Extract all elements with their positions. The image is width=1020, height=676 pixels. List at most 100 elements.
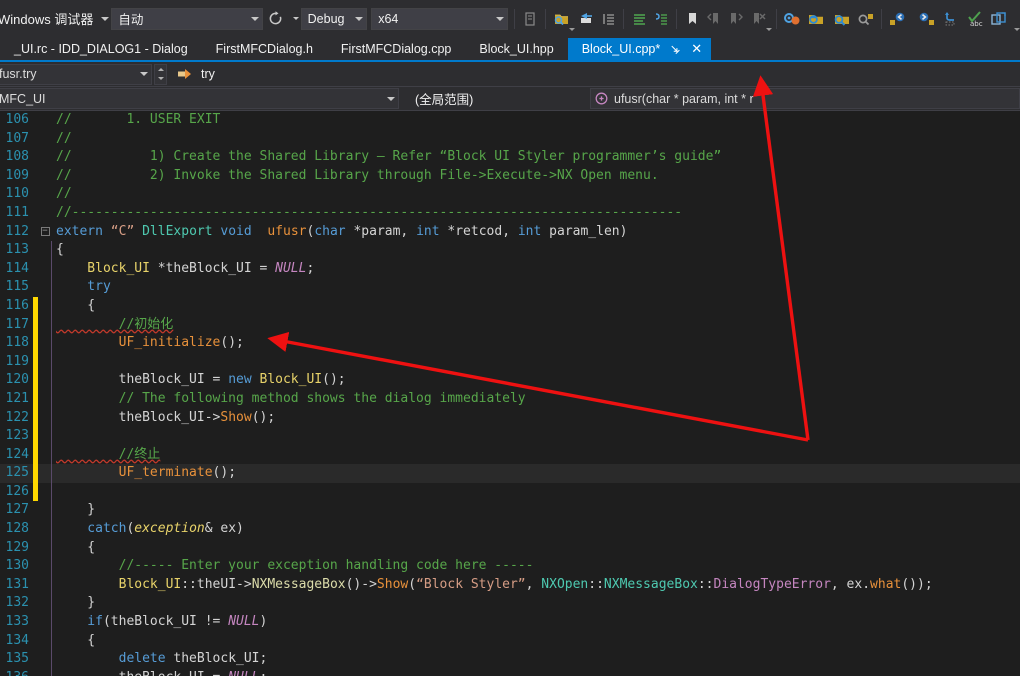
code-line[interactable]: 107 // (0, 130, 1020, 149)
line-number: 134 (5, 632, 29, 648)
tab-label: _UI.rc - IDD_DIALOG1 - Dialog (14, 42, 188, 56)
platform-select[interactable]: x64 (371, 7, 509, 30)
change-bar (33, 148, 38, 167)
code-line[interactable]: 123 (0, 427, 1020, 446)
code-line[interactable]: 106 // 1. USER EXIT (0, 111, 1020, 130)
code-line[interactable]: 132 } (0, 594, 1020, 613)
code-line[interactable]: 119 (0, 352, 1020, 372)
nav-back-icon[interactable] (886, 7, 912, 31)
stepper-down-icon (157, 77, 164, 81)
code-line[interactable]: 121 // The following method shows the di… (0, 389, 1020, 409)
scope-stepper[interactable] (154, 63, 167, 85)
member-select[interactable]: ufusr(char * param, int * r (590, 88, 1020, 109)
find-in-folder-icon[interactable] (550, 7, 572, 31)
indent-block-icon[interactable] (597, 7, 619, 31)
tab-label: Block_UI.cpp* (581, 42, 661, 56)
code-line[interactable]: 126 (0, 482, 1020, 502)
code-lines[interactable]: 106 // 1. USER EXIT 107 // 108 // 1) Create t… (0, 111, 1020, 676)
code-text: { (56, 632, 96, 648)
code-line[interactable]: 111 //-----------------------------------… (0, 204, 1020, 223)
code-line[interactable]: 130 //----- Enter your exception handlin… (0, 557, 1020, 576)
tab-firstmfcdialog-cpp[interactable]: FirstMFCDialog.cpp (326, 38, 466, 60)
code-editor[interactable]: 106 // 1. USER EXIT 107 // 108 // 1) Create t… (0, 111, 1020, 676)
code-line[interactable]: 114 Block_UI *theBlock_UI = NULL; (0, 260, 1020, 279)
change-bar (33, 408, 38, 428)
find-symbol-icon[interactable] (829, 7, 855, 31)
tab-dialog-resource[interactable]: _UI.rc - IDD_DIALOG1 - Dialog (0, 38, 202, 60)
code-line[interactable]: 124 //终止 (0, 445, 1020, 465)
open-folder-icon[interactable] (803, 7, 829, 31)
code-line[interactable]: 125 UF_terminate(); (0, 464, 1020, 483)
breakpoint-window-icon[interactable] (519, 7, 541, 31)
line-number: 131 (5, 576, 29, 592)
code-line[interactable]: 129 { (0, 539, 1020, 558)
bookmark-icon[interactable] (681, 7, 703, 31)
line-number: 135 (5, 651, 29, 667)
code-line[interactable]: 109 // 2) Invoke the Shared Library throu… (0, 167, 1020, 186)
configuration-select[interactable]: Debug (300, 7, 368, 30)
code-line[interactable]: 135 delete theBlock_UI; (0, 650, 1020, 669)
quick-find-icon[interactable] (855, 7, 877, 31)
line-number: 118 (5, 335, 29, 351)
code-line[interactable]: 134 { (0, 632, 1020, 651)
code-line[interactable]: 120 theBlock_UI = new Block_UI(); (0, 371, 1020, 390)
refresh-button[interactable] (265, 7, 287, 31)
change-bar (33, 669, 38, 676)
toolbar-separator (881, 8, 882, 29)
code-line[interactable]: 136 theBlock_UI = NULL; (0, 669, 1020, 676)
scope-select[interactable]: fusr.try (0, 63, 152, 85)
scope-marker-label: try (201, 67, 215, 81)
navigate-backward-icon[interactable] (575, 7, 597, 31)
spell-check-icon[interactable]: abc (964, 7, 986, 31)
tab-firstmfcdialog-h[interactable]: FirstMFCDialog.h (201, 38, 327, 60)
tab-block-ui-hpp[interactable]: Block_UI.hpp (465, 38, 568, 60)
code-line[interactable]: 133 if(theBlock_UI != NULL) (0, 613, 1020, 632)
fold-column[interactable]: − (38, 227, 52, 237)
go-to-definition-icon[interactable] (938, 7, 964, 31)
debugger-target-dropdown-icon[interactable] (101, 16, 110, 21)
settings-gear-icon[interactable] (781, 7, 803, 31)
new-window-icon[interactable] (986, 7, 1012, 31)
refresh-options-icon[interactable] (292, 17, 299, 20)
code-text: Block_UI::theUI->NXMessageBox()->Show(“B… (56, 576, 933, 592)
comment-icon[interactable] (628, 7, 650, 31)
nav-forward-icon[interactable] (912, 7, 938, 31)
code-line[interactable]: 127 } (0, 501, 1020, 520)
line-number: 107 (5, 130, 29, 146)
code-line[interactable]: 110 // (0, 185, 1020, 204)
code-line[interactable]: 118 UF_initialize(); (0, 334, 1020, 353)
code-line[interactable]: 112 − extern “C” DllExport void ufusr(char… (0, 223, 1020, 242)
code-line[interactable]: 108 // 1) Create the Shared Library — Ref… (0, 148, 1020, 167)
bookmark-dropdown-icon[interactable] (766, 28, 773, 31)
member-value: ufusr(char * param, int * r (614, 91, 754, 106)
change-bar (33, 594, 38, 613)
uncomment-icon[interactable] (650, 7, 672, 31)
scope-navigation-bar: fusr.try try (0, 62, 1020, 87)
project-select[interactable]: MFC_UI (0, 88, 399, 109)
code-line[interactable]: 116 { (0, 296, 1020, 316)
code-line[interactable]: 115 try (0, 278, 1020, 297)
close-icon[interactable]: ✕ (688, 41, 705, 57)
code-text: try (56, 279, 111, 295)
method-icon (595, 92, 608, 105)
clear-bookmarks-icon[interactable] (747, 7, 769, 31)
code-line[interactable]: 113 { (0, 241, 1020, 260)
change-bar (33, 632, 38, 651)
tab-block-ui-cpp[interactable]: Block_UI.cpp* ⇥ ✕ (567, 38, 712, 60)
process-select[interactable]: 自动 (111, 7, 263, 30)
code-line[interactable]: 131 Block_UI::theUI->NXMessageBox()->Sho… (0, 576, 1020, 595)
toolbar-separator (776, 8, 778, 29)
next-bookmark-icon[interactable] (725, 7, 747, 31)
collapse-icon[interactable]: − (40, 227, 50, 237)
line-number: 130 (5, 558, 29, 574)
code-line[interactable]: 117 //初始化 (0, 315, 1020, 335)
pin-icon[interactable]: ⇥ (667, 40, 684, 57)
code-line[interactable]: 128 catch(exception& ex) (0, 520, 1020, 539)
toolbar-overflow-icon[interactable] (1013, 28, 1020, 31)
prev-bookmark-icon[interactable] (703, 7, 725, 31)
chevron-down-icon (496, 16, 505, 21)
code-text: extern “C” DllExport void ufusr(char *pa… (56, 223, 628, 239)
code-line[interactable]: 122 theBlock_UI->Show(); (0, 408, 1020, 428)
line-number: 136 (0, 669, 33, 676)
editor-tab-bar: _UI.rc - IDD_DIALOG1 - Dialog FirstMFCDi… (0, 38, 1020, 62)
